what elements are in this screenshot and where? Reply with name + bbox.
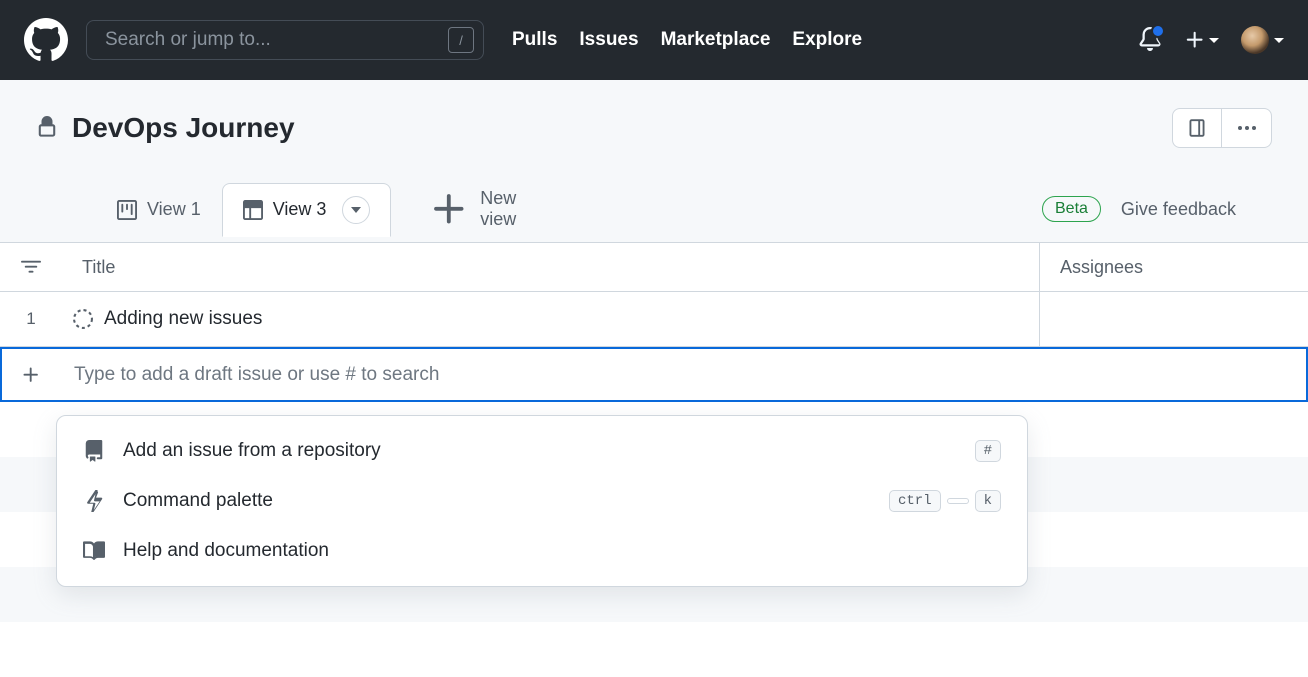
project-header: DevOps Journey View 1 View 3 New view: [0, 80, 1308, 242]
dropdown-add-from-repo[interactable]: Add an issue from a repository #: [57, 426, 1027, 476]
dropdown-label: Help and documentation: [123, 540, 1001, 562]
tab-view-1[interactable]: View 1: [96, 186, 222, 232]
project-name: DevOps Journey: [72, 112, 295, 144]
nav-right: [1138, 26, 1284, 54]
project-table: Title Assignees 1 Adding new issues Add …: [0, 242, 1308, 402]
more-options-button[interactable]: [1222, 108, 1272, 148]
column-assignees[interactable]: Assignees: [1040, 243, 1308, 291]
new-view-label: New view: [480, 188, 516, 230]
panel-toggle-button[interactable]: [1172, 108, 1222, 148]
plus-icon: [21, 365, 41, 385]
zap-icon: [83, 490, 105, 512]
tab-label: View 3: [273, 199, 327, 220]
repo-icon: [83, 440, 105, 462]
add-item-input[interactable]: [60, 349, 1306, 400]
filter-icon: [21, 257, 41, 277]
search-input[interactable]: [86, 20, 484, 60]
top-navigation: / Pulls Issues Marketplace Explore: [0, 0, 1308, 80]
create-menu[interactable]: [1184, 29, 1219, 51]
project-title: DevOps Journey: [36, 112, 295, 144]
plus-icon: [1184, 29, 1206, 51]
lock-icon: [36, 116, 58, 141]
tab-options-button[interactable]: [342, 196, 370, 224]
tab-view-3[interactable]: View 3: [222, 183, 392, 237]
draft-issue-icon: [62, 292, 104, 346]
shortcut-keys: #: [975, 440, 1001, 462]
notification-indicator: [1151, 24, 1165, 38]
table-icon: [243, 200, 263, 220]
search-slash-hint: /: [448, 27, 474, 53]
table-header: Title Assignees: [0, 243, 1308, 292]
nav-explore[interactable]: Explore: [792, 29, 862, 51]
nav-pulls[interactable]: Pulls: [512, 29, 557, 51]
book-icon: [83, 540, 105, 562]
dropdown-label: Add an issue from a repository: [123, 440, 957, 462]
column-title[interactable]: Title: [62, 243, 1040, 291]
row-title[interactable]: Adding new issues: [104, 292, 1040, 346]
dropdown-help[interactable]: Help and documentation: [57, 526, 1027, 576]
header-actions: [1172, 108, 1272, 148]
views-tabs: View 1 View 3 New view Beta Give feedbac…: [36, 176, 1272, 242]
nav-marketplace[interactable]: Marketplace: [661, 29, 771, 51]
add-item-dropdown: Add an issue from a repository # Command…: [56, 415, 1028, 587]
caret-down-icon: [351, 207, 361, 213]
avatar: [1241, 26, 1269, 54]
row-number: 1: [0, 292, 62, 346]
give-feedback-link[interactable]: Give feedback: [1121, 199, 1236, 220]
table-body: 1 Adding new issues: [0, 292, 1308, 402]
project-icon: [117, 200, 137, 220]
github-logo[interactable]: [24, 18, 68, 62]
sidebar-icon: [1187, 118, 1207, 138]
nav-links: Pulls Issues Marketplace Explore: [512, 29, 862, 51]
row-assignees[interactable]: [1040, 292, 1308, 346]
shortcut-keys: ctrl k: [889, 490, 1001, 512]
kebab-icon: [1238, 126, 1256, 130]
github-mark-icon: [24, 18, 68, 62]
caret-down-icon: [1209, 38, 1219, 43]
global-search: /: [86, 20, 484, 60]
filter-button[interactable]: [0, 243, 62, 291]
plus-icon: [429, 189, 470, 230]
table-row[interactable]: 1 Adding new issues: [0, 292, 1308, 347]
new-view-button[interactable]: New view: [409, 176, 536, 242]
dropdown-label: Command palette: [123, 490, 871, 512]
dropdown-command-palette[interactable]: Command palette ctrl k: [57, 476, 1027, 526]
nav-issues[interactable]: Issues: [579, 29, 638, 51]
user-menu[interactable]: [1241, 26, 1284, 54]
tab-label: View 1: [147, 199, 201, 220]
beta-badge: Beta: [1042, 196, 1101, 222]
caret-down-icon: [1274, 38, 1284, 43]
add-item-row: [0, 347, 1308, 402]
add-item-icon: [2, 349, 60, 400]
notifications-button[interactable]: [1138, 27, 1162, 54]
